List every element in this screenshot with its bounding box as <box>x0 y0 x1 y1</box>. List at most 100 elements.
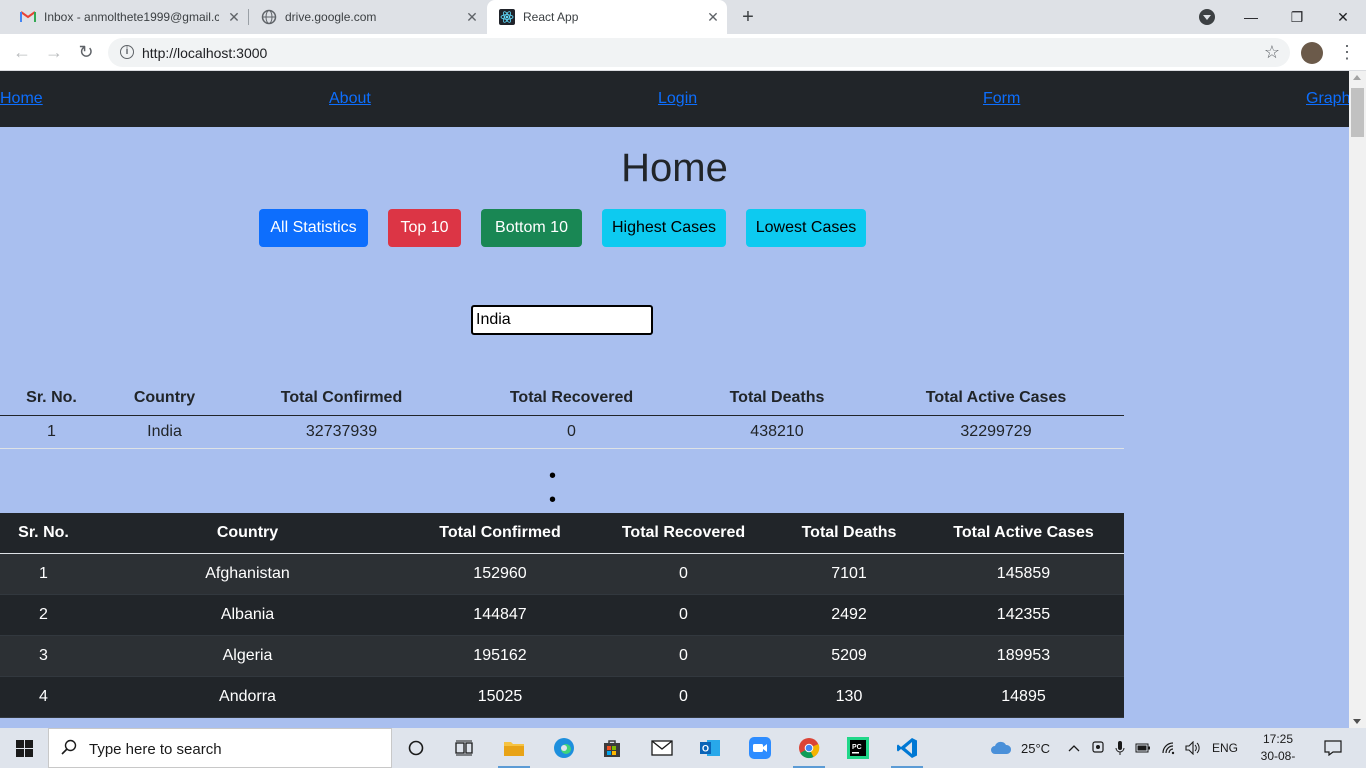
search-placeholder: Type here to search <box>89 741 222 758</box>
table-cell: 142355 <box>923 594 1124 636</box>
cortana-icon[interactable] <box>396 732 436 764</box>
nav-link-graph[interactable]: Graph <box>1306 90 1350 108</box>
language-indicator[interactable]: ENG <box>1212 728 1238 768</box>
address-bar[interactable]: i http://localhost:3000 ☆ <box>108 38 1290 67</box>
column-header: Total Confirmed <box>408 513 592 554</box>
table-cell: 0 <box>592 676 775 718</box>
bottom-10-button[interactable]: Bottom 10 <box>481 209 582 247</box>
microsoft-store-icon[interactable] <box>592 732 632 764</box>
gmail-icon <box>20 9 36 25</box>
pycharm-icon[interactable]: PC <box>838 732 878 764</box>
lowest-cases-button[interactable]: Lowest Cases <box>746 209 866 247</box>
table-row: 1 Afghanistan 152960 0 7101 145859 <box>0 553 1124 595</box>
svg-text:O: O <box>702 744 709 754</box>
weather-temperature: 25°C <box>1021 740 1051 756</box>
battery-icon[interactable] <box>1135 743 1151 753</box>
cloud-icon <box>991 741 1012 754</box>
all-statistics-button[interactable]: All Statistics <box>259 209 368 247</box>
table-cell: 7101 <box>775 553 923 595</box>
close-window-icon[interactable]: ✕ <box>1320 4 1366 30</box>
table-cell: 1 <box>0 415 103 449</box>
table-cell: 5209 <box>775 635 923 677</box>
highest-cases-button[interactable]: Highest Cases <box>602 209 726 247</box>
vscode-icon[interactable] <box>887 732 927 768</box>
clock-time: 17:25 <box>1262 732 1294 746</box>
task-view-icon[interactable] <box>444 732 484 764</box>
forward-icon[interactable]: → <box>42 40 66 64</box>
nav-link-home[interactable]: Home <box>0 90 43 108</box>
wifi-icon[interactable] <box>1161 741 1177 755</box>
show-hidden-icons[interactable] <box>1068 728 1080 768</box>
outlook-icon[interactable]: O <box>690 732 730 764</box>
vertical-scrollbar[interactable] <box>1349 71 1366 728</box>
table-cell: 152960 <box>408 553 592 595</box>
mail-icon[interactable] <box>642 732 682 764</box>
column-header: Total Active Cases <box>868 382 1124 416</box>
column-header: Sr. No. <box>0 382 103 416</box>
webcam-icon[interactable] <box>1091 740 1105 756</box>
nav-link-about[interactable]: About <box>329 90 371 108</box>
page-viewport: Home About Login Form Graph Home All Sta… <box>0 71 1366 728</box>
tab-react-app[interactable]: React App ✕ <box>487 0 727 34</box>
microphone-icon[interactable] <box>1115 740 1125 756</box>
new-tab-icon[interactable]: + <box>738 7 758 27</box>
tab-title: Inbox - anmolthete1999@gmail.c <box>44 10 219 24</box>
table-row: 4 Andorra 15025 0 130 14895 <box>0 676 1124 718</box>
tab-gmail[interactable]: Inbox - anmolthete1999@gmail.c ✕ <box>0 0 248 34</box>
table-cell: 144847 <box>408 594 592 636</box>
search-result-table: Sr. No. Country Total Confirmed Total Re… <box>0 382 1124 449</box>
bookmark-star-icon[interactable]: ☆ <box>1264 42 1280 63</box>
column-header: Total Deaths <box>686 382 868 416</box>
column-header: Total Confirmed <box>226 382 457 416</box>
start-button[interactable] <box>0 728 48 768</box>
zoom-icon[interactable] <box>740 732 780 764</box>
profile-avatar[interactable] <box>1301 42 1323 64</box>
back-icon[interactable]: ← <box>10 40 34 64</box>
table-cell: 1 <box>0 553 87 595</box>
close-tab-icon[interactable]: ✕ <box>705 9 721 25</box>
table-cell: 0 <box>592 635 775 677</box>
table-cell: 130 <box>775 676 923 718</box>
country-search-input[interactable] <box>471 305 653 335</box>
menu-icon[interactable]: ⋮ <box>1338 40 1356 64</box>
table-row: 3 Algeria 195162 0 5209 189953 <box>0 635 1124 677</box>
table-cell: India <box>103 415 226 449</box>
scroll-up-arrow-icon[interactable] <box>1353 75 1361 80</box>
table-cell: Afghanistan <box>87 553 408 595</box>
taskbar-search-box[interactable]: Type here to search <box>48 728 392 768</box>
column-header: Total Recovered <box>592 513 775 554</box>
table-cell: 32737939 <box>226 415 457 449</box>
table-cell: 145859 <box>923 553 1124 595</box>
close-tab-icon[interactable]: ✕ <box>464 9 480 25</box>
table-cell: 32299729 <box>868 415 1124 449</box>
top-10-button[interactable]: Top 10 <box>388 209 461 247</box>
edge-icon[interactable] <box>544 732 584 764</box>
weather-widget[interactable]: 25°C <box>989 728 1050 768</box>
tray-status-icons <box>1091 728 1201 768</box>
info-icon[interactable]: i <box>120 45 134 59</box>
system-clock[interactable]: 17:25 30-08-2021 <box>1248 731 1308 768</box>
scrollbar-thumb[interactable] <box>1351 88 1364 137</box>
table-cell: 3 <box>0 635 87 677</box>
app-navbar: Home About Login Form Graph <box>0 71 1350 127</box>
browser-toolbar: ← → ↻ i http://localhost:3000 ☆ ⋮ <box>0 34 1366 71</box>
nav-link-form[interactable]: Form <box>983 90 1020 108</box>
restore-icon[interactable]: ❐ <box>1274 4 1320 30</box>
column-header: Country <box>87 513 408 554</box>
url-text: http://localhost:3000 <box>142 45 268 61</box>
reload-icon[interactable]: ↻ <box>74 40 98 64</box>
volume-icon[interactable] <box>1185 741 1201 755</box>
scroll-down-arrow-icon[interactable] <box>1353 719 1361 724</box>
file-explorer-icon[interactable] <box>494 732 534 768</box>
chrome-icon[interactable] <box>789 732 829 768</box>
nav-link-login[interactable]: Login <box>658 90 697 108</box>
tab-search-icon[interactable] <box>1199 9 1215 25</box>
notification-center-icon[interactable] <box>1324 728 1342 768</box>
minimize-icon[interactable]: — <box>1228 4 1274 30</box>
tab-drive[interactable]: drive.google.com ✕ <box>241 0 486 34</box>
table-cell: 189953 <box>923 635 1124 677</box>
close-tab-icon[interactable]: ✕ <box>226 9 242 25</box>
statistics-table: Sr. No. Country Total Confirmed Total Re… <box>0 513 1124 718</box>
tab-title: React App <box>523 10 579 24</box>
page-title: Home <box>621 146 728 190</box>
